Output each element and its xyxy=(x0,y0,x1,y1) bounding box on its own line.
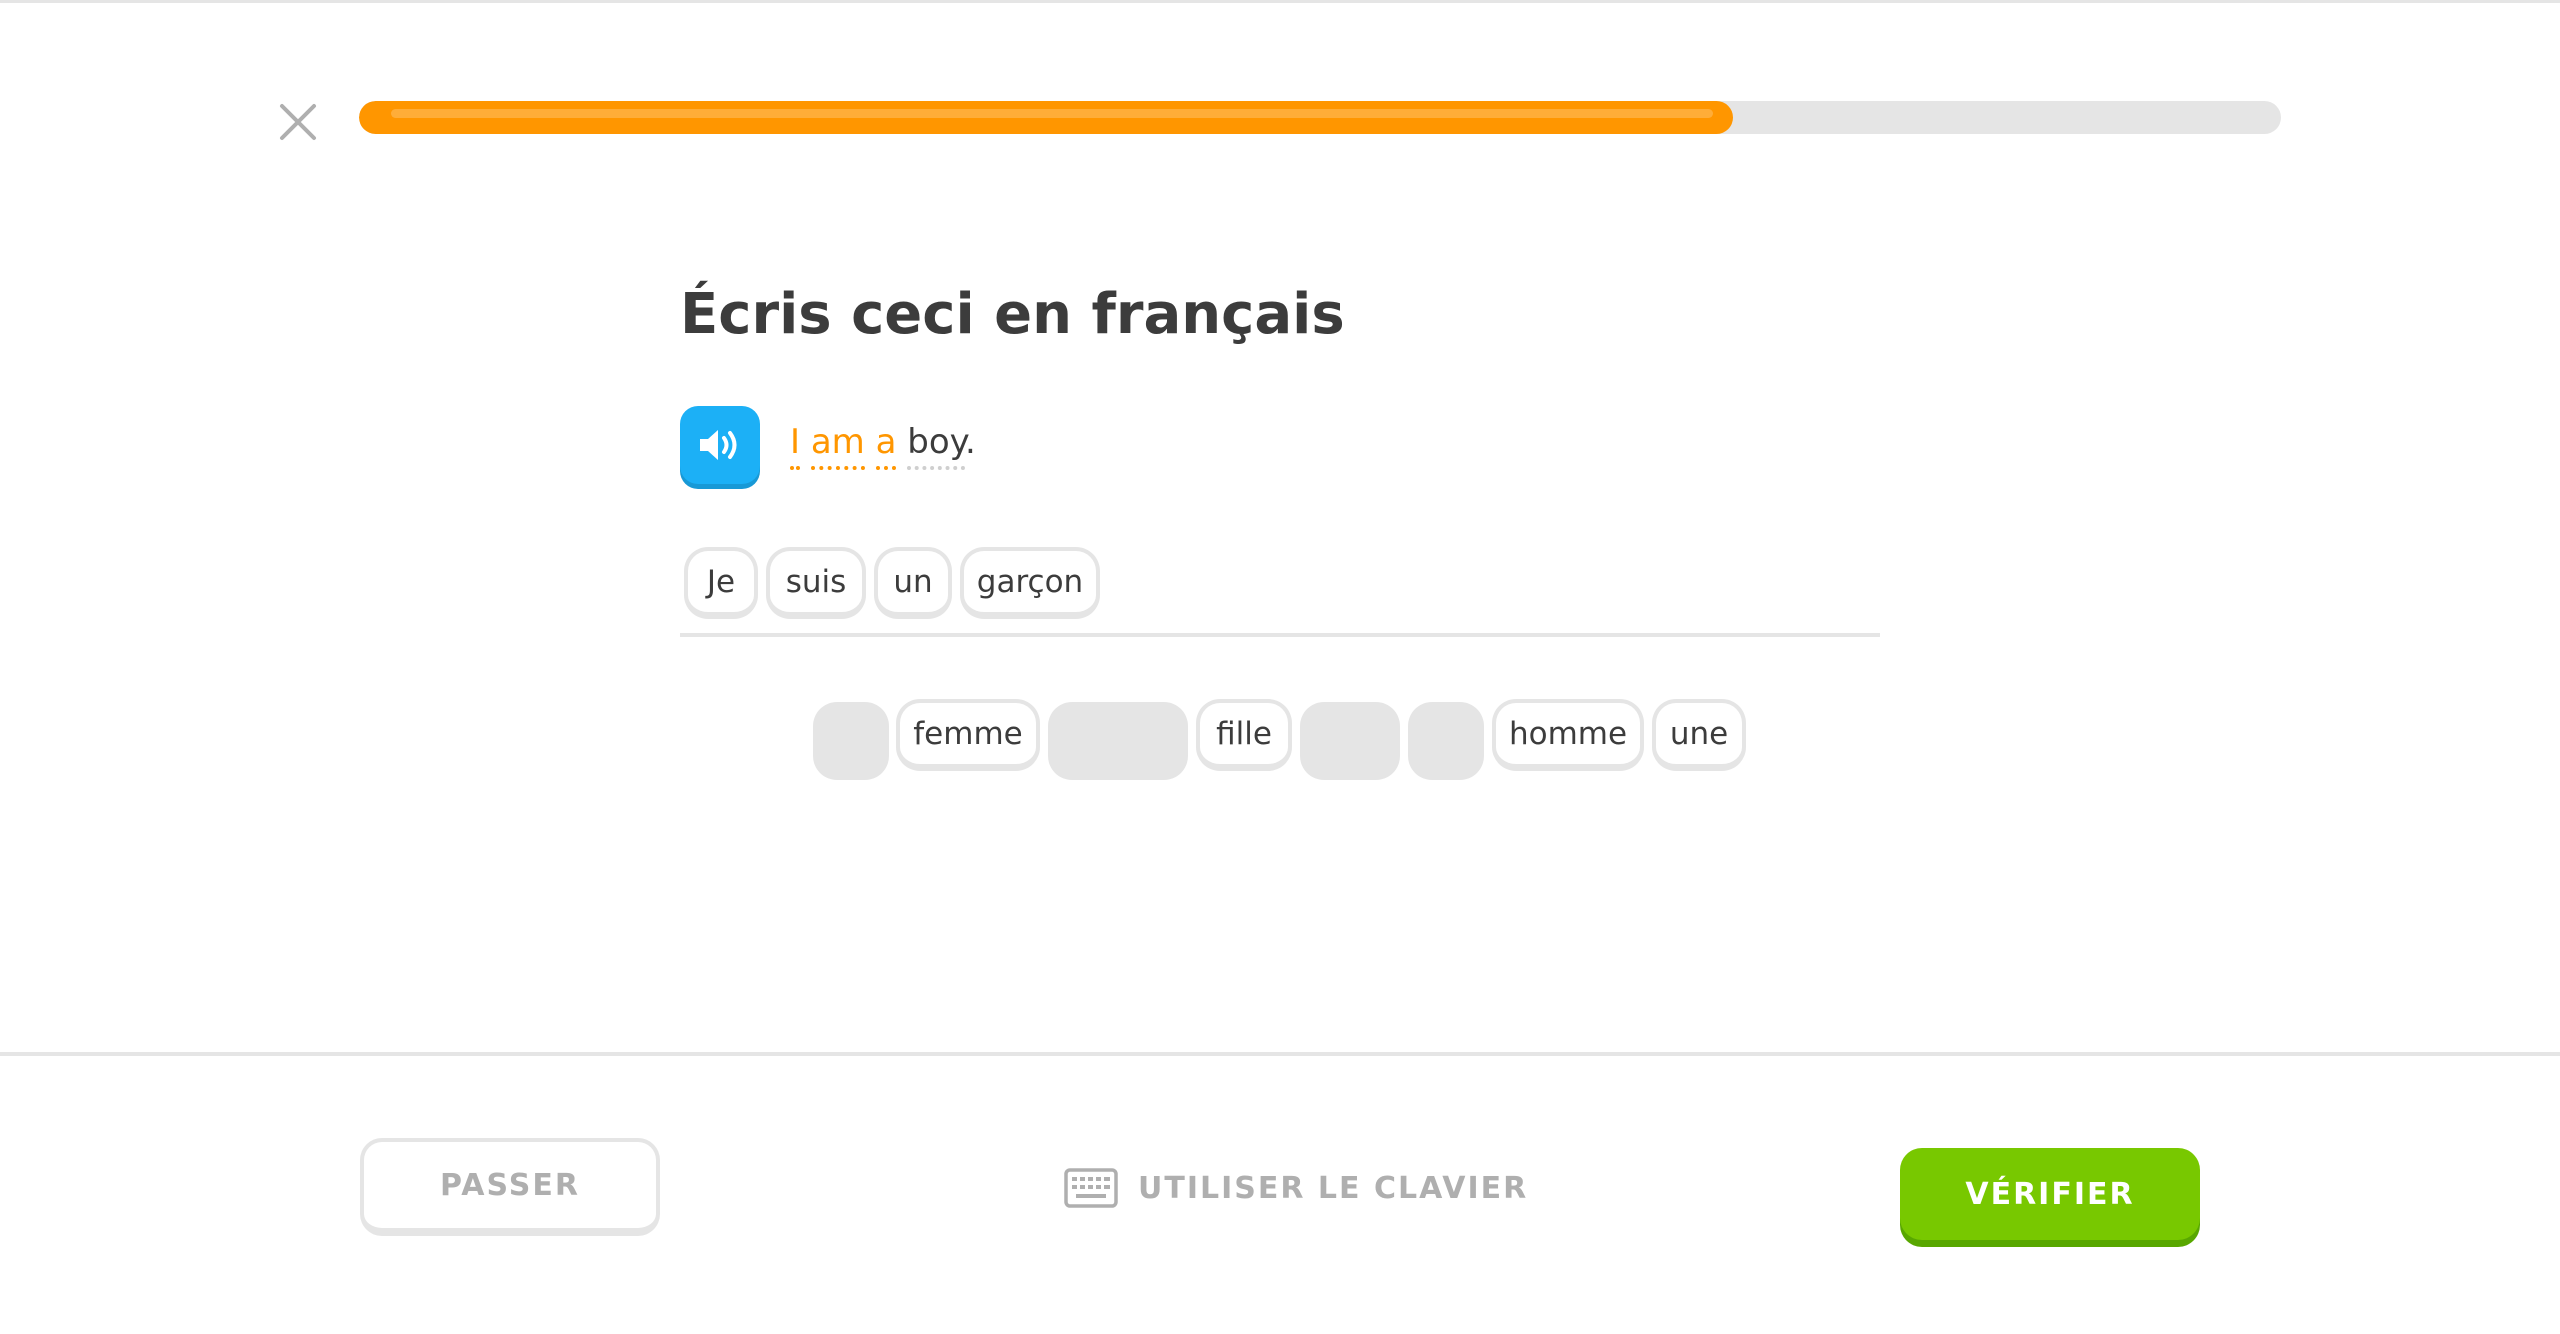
use-keyboard-label: UTILISER LE CLAVIER xyxy=(1138,1170,1529,1206)
answer-tile[interactable]: suis xyxy=(766,547,866,619)
prompt-sentence: I am a boy. xyxy=(790,422,976,470)
close-icon xyxy=(280,104,316,140)
use-keyboard-button[interactable]: UTILISER LE CLAVIER xyxy=(1064,1163,1528,1213)
answer-tile[interactable]: un xyxy=(874,547,952,619)
prompt-word[interactable]: boy xyxy=(907,422,965,470)
answer-tile[interactable]: garçon xyxy=(960,547,1100,619)
top-border xyxy=(0,0,2560,3)
play-audio-button[interactable] xyxy=(680,406,760,484)
word-bank-empty-slot xyxy=(813,702,889,780)
word-bank-tile[interactable]: fille xyxy=(1196,699,1292,771)
progress-fill xyxy=(359,101,1733,134)
word-bank-tile[interactable]: une xyxy=(1652,699,1746,771)
speaker-icon xyxy=(700,430,737,460)
challenge-title: Écris ceci en français xyxy=(680,282,1345,347)
word-bank-empty-slot xyxy=(1300,702,1400,780)
progress-shine xyxy=(391,109,1713,118)
check-button[interactable]: VÉRIFIER xyxy=(1900,1148,2200,1240)
close-button[interactable] xyxy=(272,96,324,148)
skip-button[interactable]: PASSER xyxy=(360,1138,660,1236)
word-bank-empty-slot xyxy=(1048,702,1188,780)
word-bank-tile[interactable]: homme xyxy=(1492,699,1644,771)
prompt-word[interactable]: am xyxy=(810,422,865,470)
prompt-word[interactable]: a xyxy=(875,422,897,470)
answer-underline xyxy=(680,633,1880,637)
answer-tile[interactable]: Je xyxy=(684,547,758,619)
prompt-punctuation: . xyxy=(964,422,976,462)
word-bank-tile[interactable]: femme xyxy=(896,699,1040,771)
prompt-word[interactable]: I xyxy=(790,422,801,470)
progress-bar xyxy=(359,101,2281,134)
word-bank-empty-slot xyxy=(1408,702,1484,780)
footer-divider xyxy=(0,1052,2560,1056)
keyboard-icon xyxy=(1064,1168,1118,1208)
